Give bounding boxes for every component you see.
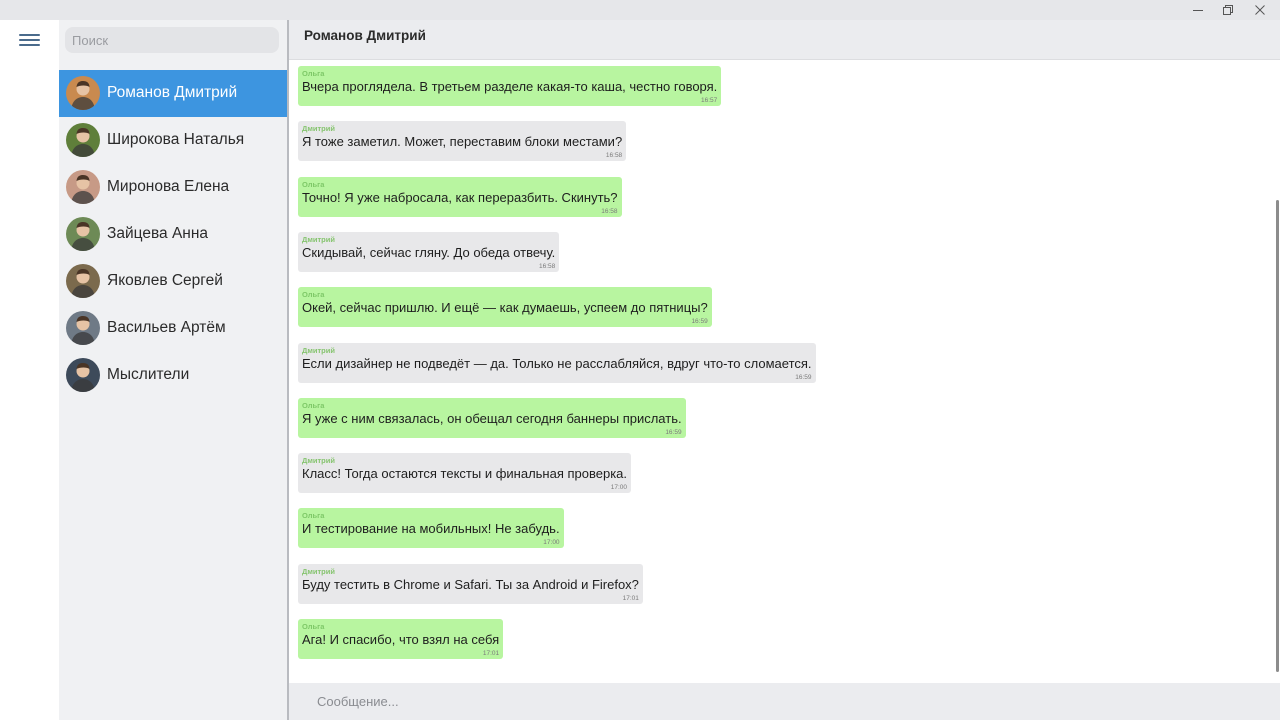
message-author: Ольга <box>302 69 325 78</box>
scrollbar-thumb[interactable] <box>1276 200 1279 672</box>
message-input[interactable] <box>309 689 1259 713</box>
chat-name: Широкова Наталья <box>107 131 245 148</box>
message-author: Дмитрий <box>302 234 335 244</box>
message-bubble[interactable]: Дмитрий Скидывай, сейчас гляну. До обеда … <box>298 231 560 272</box>
message-text: И тестирование на мобильных! Не забудь. <box>302 521 560 537</box>
window-titlebar <box>0 0 1280 20</box>
chat-name: Мыслители <box>107 366 190 383</box>
chat-item[interactable]: Яковлев Сергей <box>59 258 287 305</box>
message-time: 17:00 <box>610 484 628 492</box>
message-time: 16:59 <box>795 373 812 381</box>
message-bubble[interactable]: Ольга Точно! Я уже набросала, как перераз… <box>298 176 622 217</box>
avatar <box>66 170 100 204</box>
message-time: 17:00 <box>543 539 560 547</box>
message-bubble[interactable]: Дмитрий Класс! Тогда остаются тексты и фи… <box>298 453 632 494</box>
chat-name: Романов Дмитрий <box>107 84 238 101</box>
message-text: Точно! Я уже набросала, как переразбить.… <box>302 189 618 205</box>
message-time: 17:01 <box>482 650 500 657</box>
hamburger-menu-icon[interactable] <box>19 33 40 49</box>
avatar <box>66 264 100 298</box>
avatar <box>66 217 100 251</box>
chat-name: Яковлев Сергей <box>107 272 223 289</box>
chat-item[interactable]: Васильев Артём <box>59 305 287 352</box>
message-author: Ольга <box>302 622 325 631</box>
chat-item[interactable]: Романов Дмитрий <box>59 70 287 117</box>
avatar <box>66 123 100 157</box>
message-bubble[interactable]: Ольга И тестирование на мобильных! Не заб… <box>298 508 564 549</box>
message-time: 16:59 <box>665 428 682 436</box>
message-text: Скидывай, сейчас гляну. До обеда отвечу. <box>302 244 556 260</box>
minimize-icon[interactable] <box>1190 2 1206 18</box>
message-time: 16:58 <box>605 152 623 160</box>
message-author: Ольга <box>302 179 325 189</box>
message-author: Ольга <box>302 400 325 410</box>
chat-name: Миронова Елена <box>107 178 230 195</box>
avatar <box>66 358 100 392</box>
avatar <box>66 76 100 110</box>
message-text: Буду тестить в Chrome и Safari. Ты за An… <box>302 576 639 592</box>
message-text: Если дизайнер не подведёт — да. Только н… <box>302 355 812 371</box>
message-text: Вчера проглядела. В третьем разделе кака… <box>302 79 718 94</box>
message-author: Дмитрий <box>302 456 335 466</box>
message-text: Я тоже заметил. Может, переставим блоки … <box>302 134 623 150</box>
chat-name: Зайцева Анна <box>107 225 209 242</box>
message-bubble[interactable]: Ольга Я уже с ним связалась, он обещал се… <box>298 397 686 438</box>
chat-sidebar: Романов Дмитрий Широкова Наталья Миронова … <box>59 20 287 720</box>
message-bubble[interactable]: Дмитрий Я тоже заметил. Может, переставим… <box>298 121 627 162</box>
message-text: Класс! Тогда остаются тексты и финальная… <box>302 466 628 482</box>
avatar <box>66 311 100 345</box>
chat-item[interactable]: Широкова Наталья <box>59 117 287 164</box>
close-icon[interactable] <box>1252 2 1268 18</box>
left-rail <box>0 20 59 720</box>
message-bubble[interactable]: Дмитрий Буду тестить в Chrome и Safari. Т… <box>298 563 643 604</box>
chat-title: Романов Дмитрий <box>304 28 426 43</box>
chat-item[interactable]: Мыслители <box>59 352 287 399</box>
message-bubble[interactable]: Ольга Вчера проглядела. В третьем разделе… <box>298 66 722 106</box>
message-bubble[interactable]: Ольга Окей, сейчас пришлю. И ещё — как ду… <box>298 287 712 328</box>
message-text: Окей, сейчас пришлю. И ещё — как думаешь… <box>302 300 708 316</box>
message-time: 16:57 <box>701 97 718 104</box>
chat-header: Романов Дмитрий <box>289 20 1280 60</box>
message-bubble[interactable]: Ольга Ага! И спасибо, что взял на себя 17:… <box>298 619 504 659</box>
chat-item[interactable]: Миронова Елена <box>59 164 287 211</box>
search-input[interactable] <box>65 27 279 53</box>
restore-icon[interactable] <box>1220 2 1236 18</box>
message-time: 17:01 <box>622 594 639 602</box>
message-author: Ольга <box>302 511 325 521</box>
message-author: Ольга <box>302 290 325 300</box>
message-time: 16:59 <box>691 318 708 326</box>
message-author: Дмитрий <box>302 345 335 355</box>
message-time: 16:58 <box>538 262 556 270</box>
message-text: Я уже с ним связалась, он обещал сегодня… <box>302 410 682 426</box>
message-author: Дмитрий <box>302 124 335 134</box>
composer-bar <box>289 683 1280 720</box>
message-area: Ольга Вчера проглядела. В третьем разделе… <box>289 61 1280 683</box>
chat-item[interactable]: Зайцева Анна <box>59 211 287 258</box>
message-time: 16:58 <box>601 207 618 215</box>
message-bubble[interactable]: Дмитрий Если дизайнер не подведёт — да. Т… <box>298 342 816 383</box>
message-text: Ага! И спасибо, что взял на себя <box>302 632 500 647</box>
chat-name: Васильев Артём <box>107 319 226 336</box>
chat-list: Романов Дмитрий Широкова Наталья Миронова … <box>59 70 287 399</box>
message-author: Дмитрий <box>302 566 335 576</box>
